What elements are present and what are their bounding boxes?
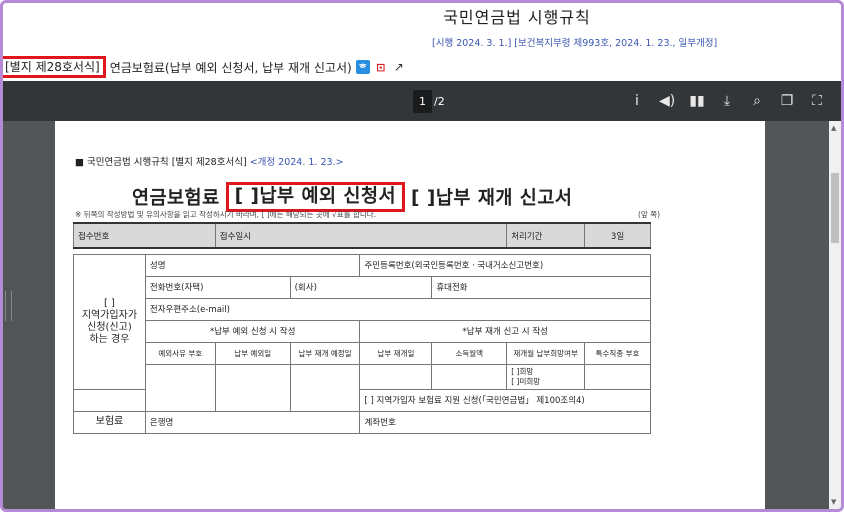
law-title: 국민연금법 시행규칙	[443, 8, 591, 27]
hwp-download-icon[interactable]: ᄒ	[355, 60, 370, 74]
col-resume-plan: 납부 재개 예정일	[289, 341, 361, 365]
period-label: 처리기간	[506, 222, 586, 249]
col-wish: 재개월 납부희망여부	[506, 341, 586, 365]
wish-options: [ ]희망 [ ]미희망	[506, 363, 586, 390]
revision-text: <개정 2024. 1. 23.>	[249, 157, 344, 168]
rule-line: ■ 국민연금법 시행규칙 [별지 제28호서식] <개정 2024. 1. 23…	[75, 154, 344, 168]
instruction-note: ※ 뒤쪽의 작성방법 및 유의사항을 읽고 작성하시기 바라며, [ ]에는 해…	[75, 210, 377, 219]
law-subtitle: [시행 2024. 3. 1.] [보건복지부령 제993호, 2024. 1.…	[432, 38, 718, 49]
col-exception-date: 납부 예외일	[214, 341, 291, 365]
form-link-row: [별지 제28호서식] 연금보험료(납부 예외 신청서, 납부 재개 신고서) …	[0, 56, 406, 78]
section-label-text: [ ] 지역가입자가 신청(신고) 하는 경우	[81, 297, 138, 345]
title-suffix: [ ]납부 재개 신고서	[410, 188, 573, 209]
info-icon[interactable]: i	[629, 93, 645, 109]
receipt-no-label: 접수번호	[73, 222, 216, 249]
rule-line-text: ■ 국민연금법 시행규칙 [별지 제28호서식]	[75, 157, 247, 168]
receipt-date-label: 접수일시	[214, 222, 508, 249]
resize-grip[interactable]	[5, 291, 12, 321]
phone-office-field: (회사)	[289, 275, 433, 299]
bottom-section-label: 보험료	[73, 410, 146, 434]
col-income: 소득월액	[431, 341, 508, 365]
mobile-field: 휴대전화	[431, 275, 651, 299]
form-table: 접수번호 접수일시 처리기간 3일 [ ] 지역가입자가 신청(신고) 하는 경…	[73, 222, 652, 434]
col-reason: 예외사유 부호	[144, 341, 216, 365]
page-total: /2	[434, 94, 445, 108]
scrollbar[interactable]: ▲ ▼	[829, 121, 841, 509]
bank-field: 은행명	[144, 410, 361, 434]
opt-yes: [ ]희망	[511, 366, 534, 376]
form-number-link[interactable]: [별지 제28호서식]	[0, 56, 106, 78]
section-label: [ ] 지역가입자가 신청(신고) 하는 경우	[73, 253, 146, 390]
opt-no: [ ]미희망	[511, 376, 541, 386]
name-field: 성명	[144, 253, 361, 277]
form-name-link[interactable]: 연금보험료(납부 예외 신청서, 납부 재개 신고서)	[110, 59, 352, 76]
title-prefix: 연금보험료	[132, 188, 220, 209]
account-field: 계좌번호	[359, 410, 651, 434]
fullscreen-icon[interactable]: ⛶	[809, 93, 825, 109]
download-icon[interactable]: ⤓	[719, 93, 735, 109]
phone-home-field: 전화번호(자택)	[144, 275, 291, 299]
search-icon[interactable]: ⌕	[749, 93, 765, 109]
speaker-icon[interactable]: ◀)	[659, 93, 675, 109]
resident-no-field: 주민등록번호(외국인등록번호ㆍ국내거소신고번호)	[359, 253, 651, 277]
scrollbar-thumb[interactable]	[831, 173, 839, 243]
page-side-note: (앞 쪽)	[638, 210, 661, 219]
receipt-row: 접수번호 접수일시 처리기간 3일	[73, 222, 651, 249]
menu-icon[interactable]: ▮▮	[689, 93, 705, 109]
pdf-toolbar: 1 /2 i ◀) ▮▮ ⤓ ⌕ ❐ ⛶	[3, 81, 841, 121]
col-resume-date: 납부 재개일	[359, 341, 433, 365]
resume-header: *납부 재개 신고 시 작성	[359, 319, 651, 343]
exception-header: *납부 예외 신청 시 작성	[144, 319, 361, 343]
page-counter: 1 /2	[413, 89, 445, 113]
form-title: 연금보험료 [ ]납부 예외 신청서 [ ]납부 재개 신고서	[132, 182, 572, 212]
pdf-download-icon[interactable]: ⊡	[374, 60, 388, 74]
scroll-up-icon[interactable]: ▲	[831, 124, 836, 132]
title-boxed: [ ]납부 예외 신청서	[225, 182, 405, 212]
support-field: [ ] 지역가입자 보험료 지원 신청(「국민연금법」 제100조의4)	[359, 388, 651, 412]
scroll-down-icon[interactable]: ▼	[831, 498, 836, 506]
col-special: 특수직종 부호	[584, 341, 651, 365]
share-icon[interactable]: ↗	[392, 60, 406, 74]
page-current-input[interactable]: 1	[413, 89, 432, 113]
email-field: 전자우편주소(e-mail)	[144, 297, 652, 321]
period-value: 3일	[584, 222, 651, 249]
copy-icon[interactable]: ❐	[779, 93, 795, 109]
